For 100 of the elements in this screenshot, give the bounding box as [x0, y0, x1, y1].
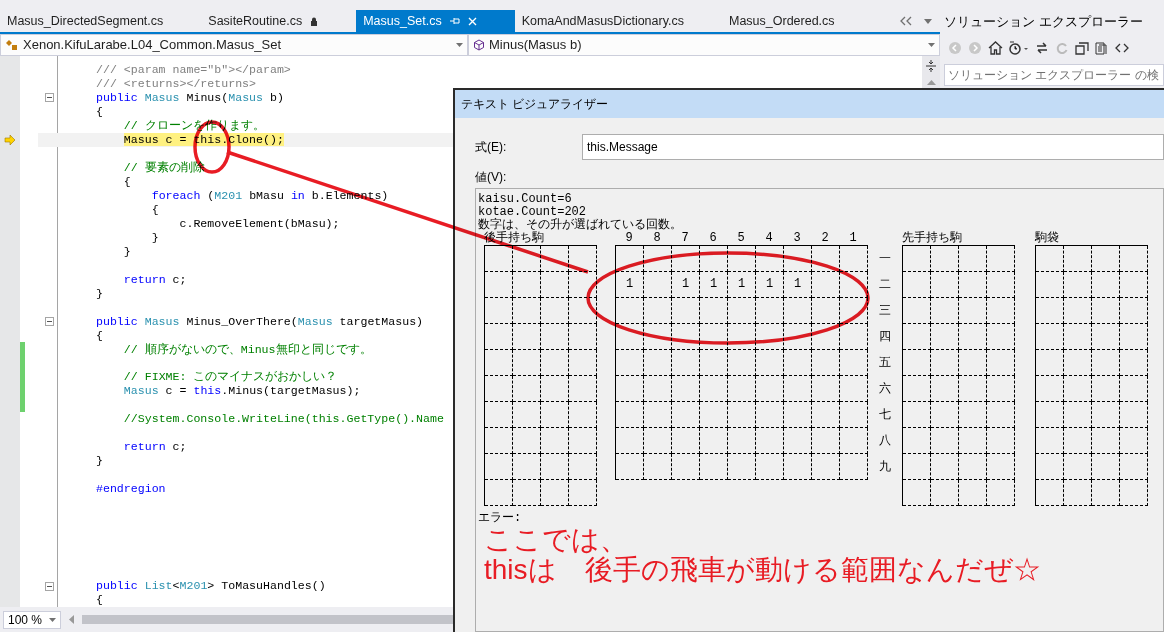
board-cell: 1	[700, 272, 728, 298]
board-cell	[840, 428, 868, 454]
board-cell	[700, 350, 728, 376]
board-cell	[644, 454, 672, 480]
close-icon[interactable]	[467, 16, 477, 26]
board-cell	[784, 298, 812, 324]
code-line: public List<M201> ToMasuHandles()	[96, 578, 326, 592]
caret-icon[interactable]	[924, 18, 932, 24]
board-cell	[756, 428, 784, 454]
board-cell	[672, 376, 700, 402]
file-number: 6	[708, 232, 718, 245]
file-tab[interactable]: Masus_DirectedSegment.cs	[0, 10, 202, 32]
collapse-icon[interactable]	[45, 316, 54, 326]
rank-label: 四	[879, 330, 891, 344]
rank-label: 六	[879, 382, 891, 396]
board-cell	[756, 324, 784, 350]
board-cell	[700, 454, 728, 480]
board-cell	[672, 324, 700, 350]
document-icon[interactable]	[1095, 40, 1109, 55]
board-cell	[840, 350, 868, 376]
code-line: }	[96, 286, 103, 300]
class-icon	[5, 39, 19, 51]
caret-icon	[928, 43, 935, 47]
board-cell	[700, 298, 728, 324]
board-cell	[644, 376, 672, 402]
board-cell	[756, 350, 784, 376]
board-cell	[728, 376, 756, 402]
home-icon[interactable]	[988, 40, 1003, 55]
board-cell	[672, 402, 700, 428]
board-cell	[812, 298, 840, 324]
code-line: }	[150, 230, 159, 244]
board-cell: 1	[728, 272, 756, 298]
code-line: //System.Console.WriteLine(this.GetType().Name	[122, 412, 444, 426]
file-tab[interactable]: SasiteRoutine.cs	[201, 10, 357, 32]
board-cell	[700, 402, 728, 428]
file-tab[interactable]: Masus_Ordered.cs	[722, 10, 873, 32]
board-cell	[616, 298, 644, 324]
rank-label: 一	[879, 252, 891, 266]
rank-label: 五	[879, 356, 891, 370]
board-cell: 1	[616, 272, 644, 298]
board-cell: 1	[756, 272, 784, 298]
collapse-icon[interactable]	[45, 581, 54, 591]
board-cell	[728, 402, 756, 428]
board-cell	[784, 376, 812, 402]
cube-icon	[473, 39, 485, 51]
code-line: // FIXME: このマイナスがおかしい？	[122, 370, 338, 384]
board-cell	[812, 272, 840, 298]
board-cell	[700, 376, 728, 402]
file-number: 7	[680, 232, 690, 245]
pin-icon[interactable]	[449, 16, 460, 26]
clock-icon[interactable]	[1009, 40, 1029, 55]
code-line: /// <param name="b"></param>	[96, 63, 291, 76]
board-cell	[756, 454, 784, 480]
code-line: /// <returns></returns>	[96, 77, 257, 90]
file-number: 5	[736, 232, 746, 245]
code-line: // 順序がないので、Minus無印と同じです。	[122, 342, 372, 356]
board-cell	[644, 428, 672, 454]
scope-dropdown[interactable]: Xenon.KifuLarabe.L04_Common.Masus_Set	[0, 34, 468, 56]
file-number: 2	[820, 232, 830, 245]
split-icon[interactable]	[926, 60, 936, 72]
board-cell	[700, 428, 728, 454]
sync-icon[interactable]	[1035, 40, 1049, 55]
code-line: return c;	[122, 440, 187, 454]
code-line: {	[96, 105, 103, 118]
file-number: 8	[652, 232, 662, 245]
collapse-all-icon[interactable]	[1075, 40, 1089, 55]
board-cell: 1	[784, 272, 812, 298]
scope-dropdown[interactable]: Minus(Masus b)	[468, 34, 940, 56]
board-cell	[784, 428, 812, 454]
file-tab[interactable]: Masus_Set.cs	[356, 10, 515, 32]
board-cell	[700, 324, 728, 350]
board-cell	[840, 324, 868, 350]
board-cell	[644, 324, 672, 350]
code-line: {	[96, 328, 103, 342]
value-text-line: kotae.Count=202	[478, 205, 587, 219]
board-cell	[644, 272, 672, 298]
value-text-line: kaisu.Count=6	[478, 192, 572, 206]
code-line: {	[122, 174, 131, 188]
zoom-dropdown[interactable]: 100 %	[3, 610, 61, 629]
search-field[interactable]: ソリューション エクスプローラー の検	[944, 63, 1164, 86]
board-cell	[728, 428, 756, 454]
collapse-icon[interactable]	[45, 93, 54, 103]
code-line: {	[150, 202, 159, 216]
code-line: public Masus Minus_OverThere(Masus targetMasus)	[96, 314, 424, 328]
code-line: Masus c = this.Minus(targetMasus);	[122, 384, 361, 398]
caret-icon	[456, 43, 463, 47]
expression-field[interactable]: this.Message	[582, 134, 1164, 160]
rank-label: 九	[879, 460, 891, 474]
board-cell	[840, 402, 868, 428]
code-line: return c;	[122, 272, 187, 286]
value-label: 値(V):	[475, 169, 508, 186]
bag-label: 駒袋	[1035, 232, 1060, 245]
code-line: }	[96, 454, 103, 468]
rank-label: 八	[879, 434, 891, 448]
file-tab[interactable]: KomaAndMasusDictionary.cs	[514, 10, 722, 32]
tab-overflow-icon[interactable]	[900, 16, 912, 26]
panel-title: ソリューション エクスプローラー	[944, 13, 1144, 31]
board-cell	[644, 350, 672, 376]
board-cell	[812, 454, 840, 480]
board-cell	[756, 402, 784, 428]
